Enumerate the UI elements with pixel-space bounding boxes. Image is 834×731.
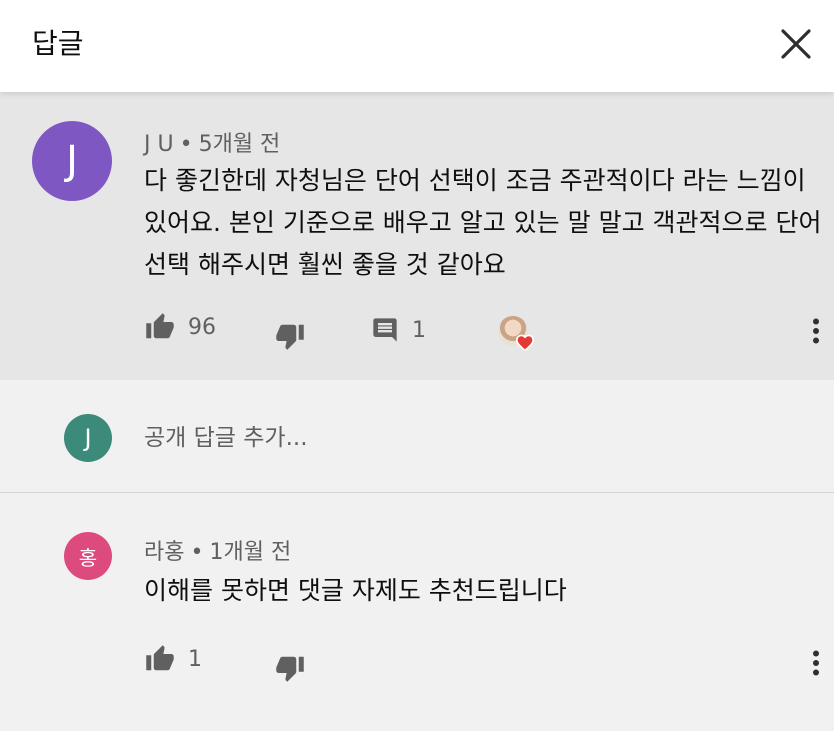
dislike-button[interactable] <box>272 650 308 686</box>
close-button[interactable] <box>774 22 818 66</box>
thumbs-up-icon <box>146 313 174 339</box>
close-icon <box>781 29 811 59</box>
reply-count: 1 <box>412 317 426 343</box>
reply-input[interactable]: 공개 답글 추가... <box>144 418 784 454</box>
author-name[interactable]: J U <box>144 132 174 157</box>
avatar[interactable]: 홍 <box>64 532 112 580</box>
avatar: J <box>64 414 112 462</box>
page-title: 답글 <box>32 27 84 60</box>
reply-comment: 홍 라홍 • 1개월 전 이해를 못하면 댓글 자제도 추천드립니다 1 <box>0 494 834 731</box>
thumbs-down-icon <box>276 324 304 350</box>
comment-meta: 라홍 • 1개월 전 <box>144 534 291 566</box>
avatar-letter: J <box>66 138 78 184</box>
like-button[interactable]: 96 <box>144 312 216 342</box>
like-count: 1 <box>188 646 202 672</box>
meta-separator: • <box>179 132 193 157</box>
comment-text: 이해를 못하면 댓글 자제도 추천드립니다 <box>144 576 567 605</box>
like-count: 96 <box>188 314 216 340</box>
avatar-letter: J <box>84 424 92 452</box>
reply-count-button[interactable]: 1 <box>370 316 426 344</box>
comment-meta: J U • 5개월 전 <box>144 126 280 158</box>
reply-composer: J 공개 답글 추가... <box>0 380 834 493</box>
dislike-button[interactable] <box>272 318 308 354</box>
thumbs-up-icon <box>146 645 174 671</box>
like-button[interactable]: 1 <box>144 644 202 674</box>
parent-comment: J J U • 5개월 전 다 좋긴한데 자청님은 단어 선택이 조금 주관적이다 … <box>0 92 834 380</box>
more-vert-icon <box>813 318 819 344</box>
more-options-button[interactable] <box>804 316 828 346</box>
thumbs-down-icon <box>276 656 304 682</box>
avatar-letter: 홍 <box>78 545 98 570</box>
comment-time[interactable]: 5개월 전 <box>199 132 281 157</box>
comment-text: 다 좋긴한데 자청님은 단어 선택이 조금 주관적이다 라는 느낌이 있어요. … <box>144 166 822 279</box>
heart-icon <box>515 334 535 351</box>
more-options-button[interactable] <box>804 648 828 678</box>
meta-separator: • <box>190 540 204 565</box>
comment-time[interactable]: 1개월 전 <box>209 540 291 565</box>
replies-header: 답글 <box>0 0 834 92</box>
more-vert-icon <box>813 650 819 676</box>
author-name[interactable]: 라홍 <box>144 540 184 565</box>
avatar[interactable]: J <box>32 121 112 201</box>
comment-icon <box>373 318 397 342</box>
creator-heart-badge <box>498 316 535 352</box>
